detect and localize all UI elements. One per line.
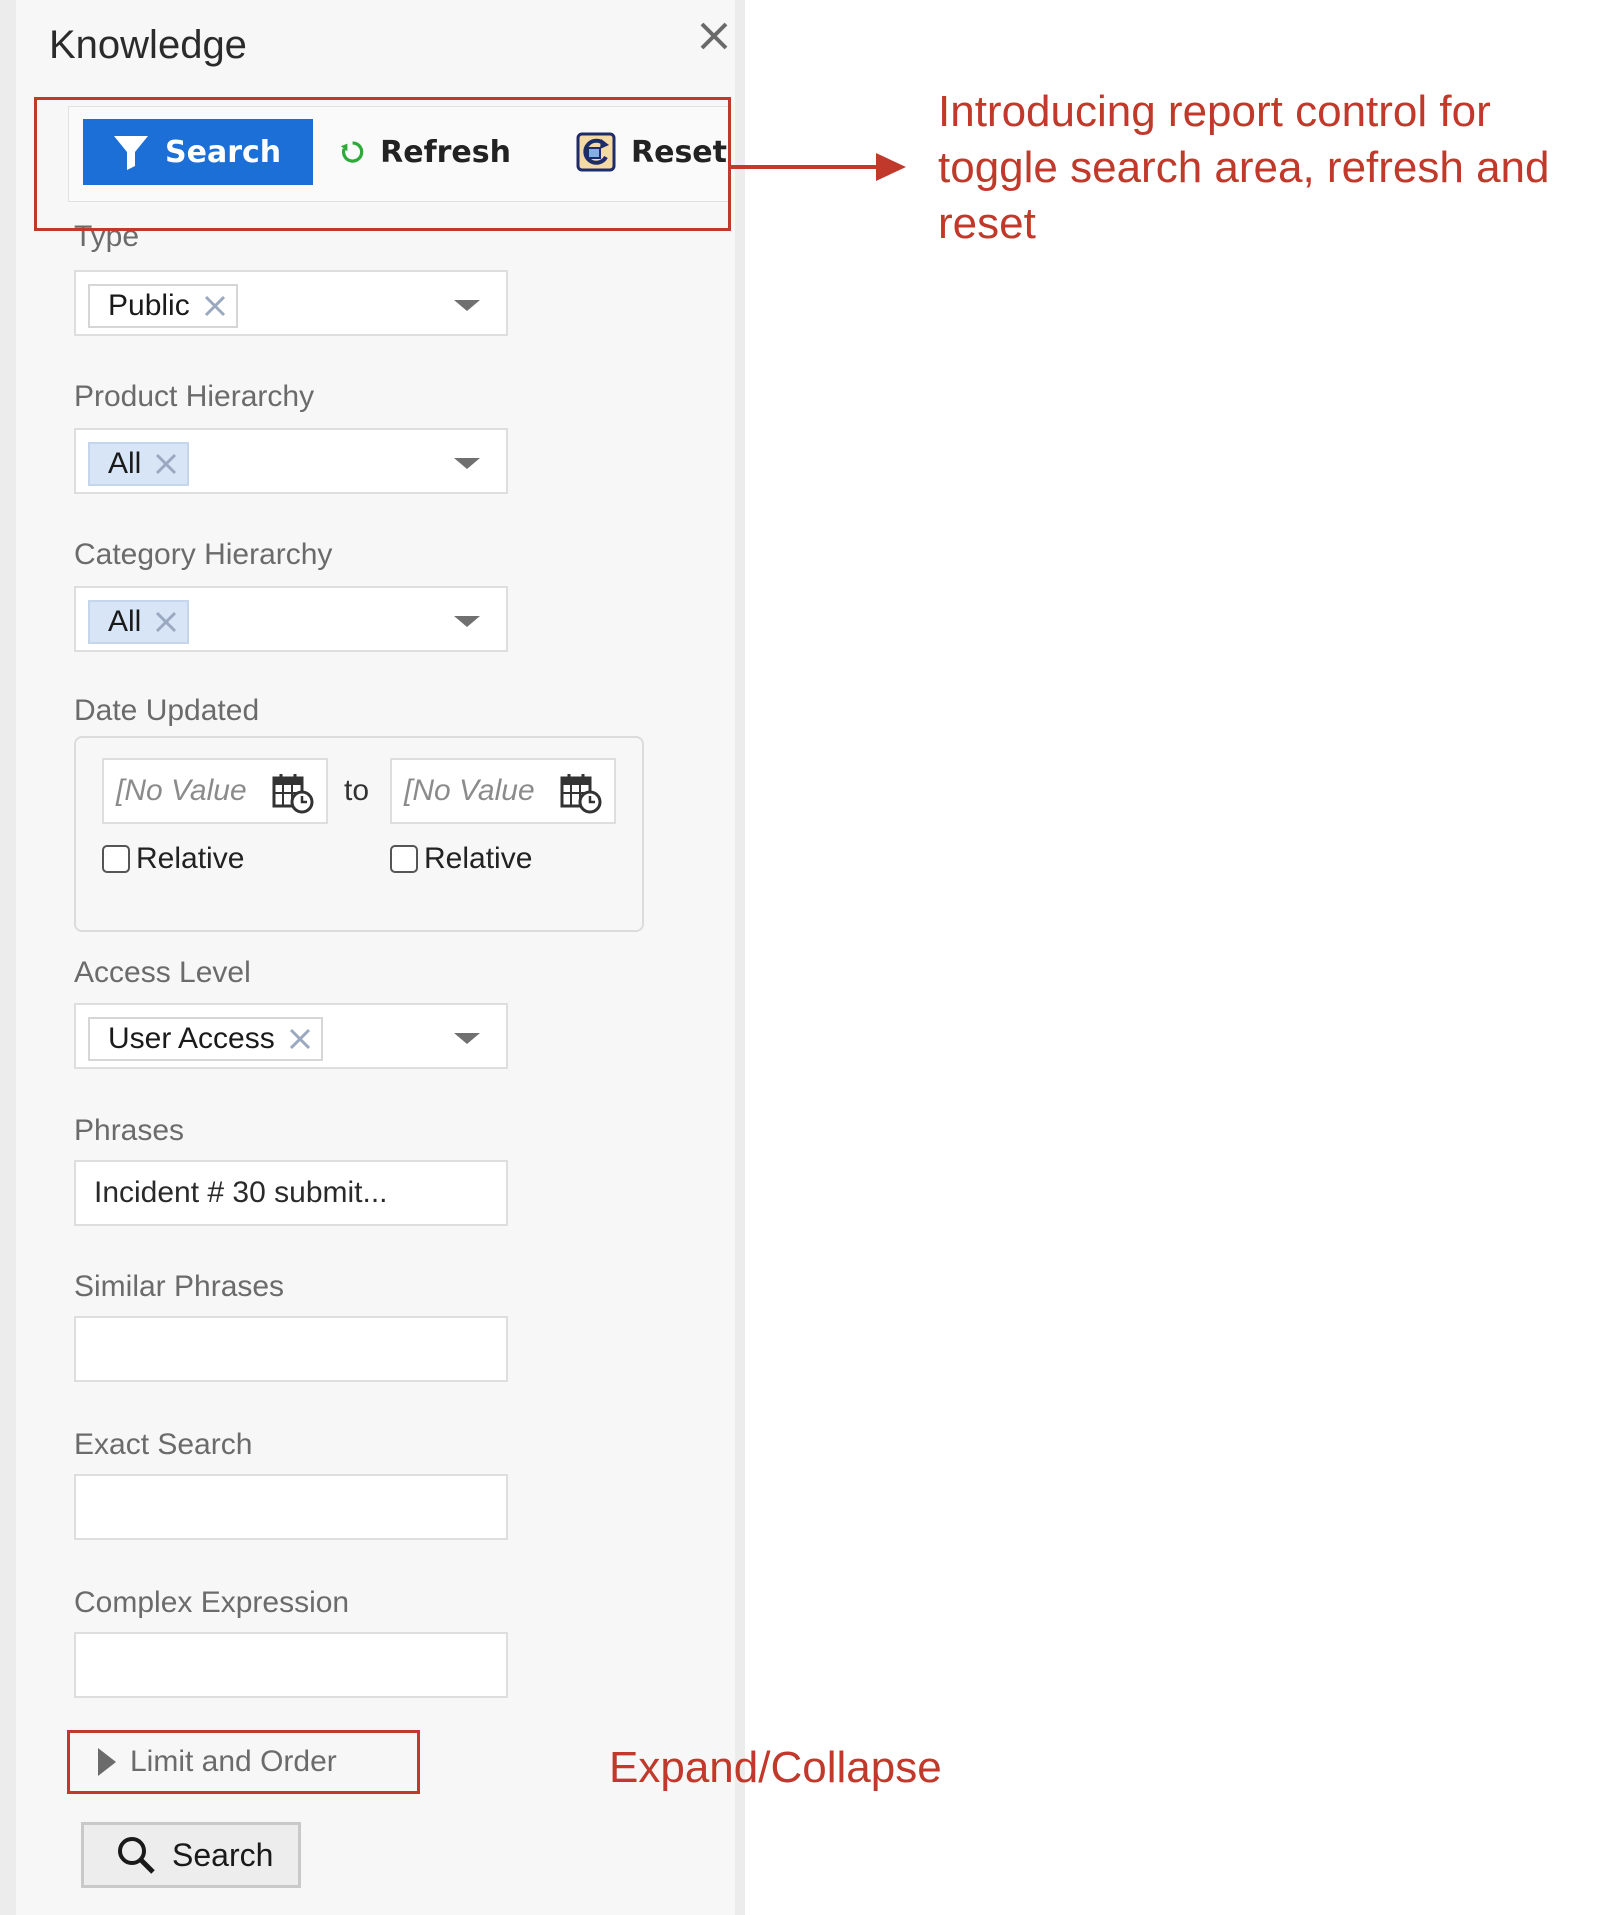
remove-chip-icon[interactable] [202,293,228,319]
search-icon [118,1837,155,1874]
panel-title: Knowledge [49,23,247,67]
access-level-chip-label: User Access [108,1022,275,1055]
relative-to-checkbox[interactable]: Relative [390,842,532,876]
similar-phrases-label: Similar Phrases [74,1270,285,1303]
toolbar-annotation-line3: reset [938,199,1036,248]
product-hierarchy-select[interactable]: All [74,428,508,494]
remove-chip-icon[interactable] [287,1026,313,1052]
access-level-select[interactable]: User Access [74,1003,508,1069]
calendar-icon[interactable] [560,772,602,814]
search-button[interactable]: Search [81,1822,301,1888]
phrases-label: Phrases [74,1114,185,1147]
relative-to-label: Relative [424,842,533,875]
date-to-input[interactable]: [No Value [390,758,616,824]
limit-order-highlight-box [67,1730,420,1794]
date-updated-group: [No Value to [No Value Relative Relative [74,736,644,932]
checkbox-icon[interactable] [102,845,130,873]
date-updated-label: Date Updated [74,694,260,727]
date-from-placeholder: [No Value [116,774,247,807]
date-from-input[interactable]: [No Value [102,758,328,824]
type-select[interactable]: Public [74,270,508,336]
chevron-down-icon[interactable] [454,1033,480,1044]
access-level-chip: User Access [88,1017,323,1061]
chevron-down-icon[interactable] [454,458,480,469]
complex-expression-input[interactable] [74,1632,508,1698]
checkbox-icon[interactable] [390,845,418,873]
access-level-label: Access Level [74,956,251,989]
product-hierarchy-chip-label: All [108,447,142,480]
knowledge-panel: Knowledge Type Search Refresh Reset Publ… [0,0,745,1915]
chevron-down-icon[interactable] [454,300,480,311]
annotation-arrow-head [876,153,906,181]
product-hierarchy-chip: All [88,442,190,486]
complex-expression-label: Complex Expression [74,1586,350,1619]
relative-from-label: Relative [136,842,245,875]
type-chip: Public [88,284,238,328]
category-hierarchy-chip-label: All [108,605,142,638]
remove-chip-icon[interactable] [153,451,179,477]
close-icon[interactable] [694,16,734,56]
exact-search-input[interactable] [74,1474,508,1540]
relative-from-checkbox[interactable]: Relative [102,842,244,876]
product-hierarchy-label: Product Hierarchy [74,380,315,413]
type-chip-label: Public [108,289,190,322]
date-to-placeholder: [No Value [404,774,535,807]
date-range-to-text: to [344,774,370,807]
chevron-down-icon[interactable] [454,616,480,627]
annotation-arrow-line [728,165,878,169]
calendar-icon[interactable] [272,772,314,814]
search-button-label: Search [172,1836,274,1873]
category-hierarchy-label: Category Hierarchy [74,538,333,571]
toolbar-highlight-box [34,97,731,231]
toolbar-annotation-line1: Introducing report control for [938,87,1491,136]
phrases-input[interactable]: Incident # 30 submit... [74,1160,508,1226]
expand-collapse-annotation: Expand/Collapse [609,1743,942,1792]
toolbar-annotation-line2: toggle search area, refresh and [938,143,1550,192]
remove-chip-icon[interactable] [153,609,179,635]
exact-search-label: Exact Search [74,1428,253,1461]
category-hierarchy-chip: All [88,600,190,644]
similar-phrases-input[interactable] [74,1316,508,1382]
category-hierarchy-select[interactable]: All [74,586,508,652]
